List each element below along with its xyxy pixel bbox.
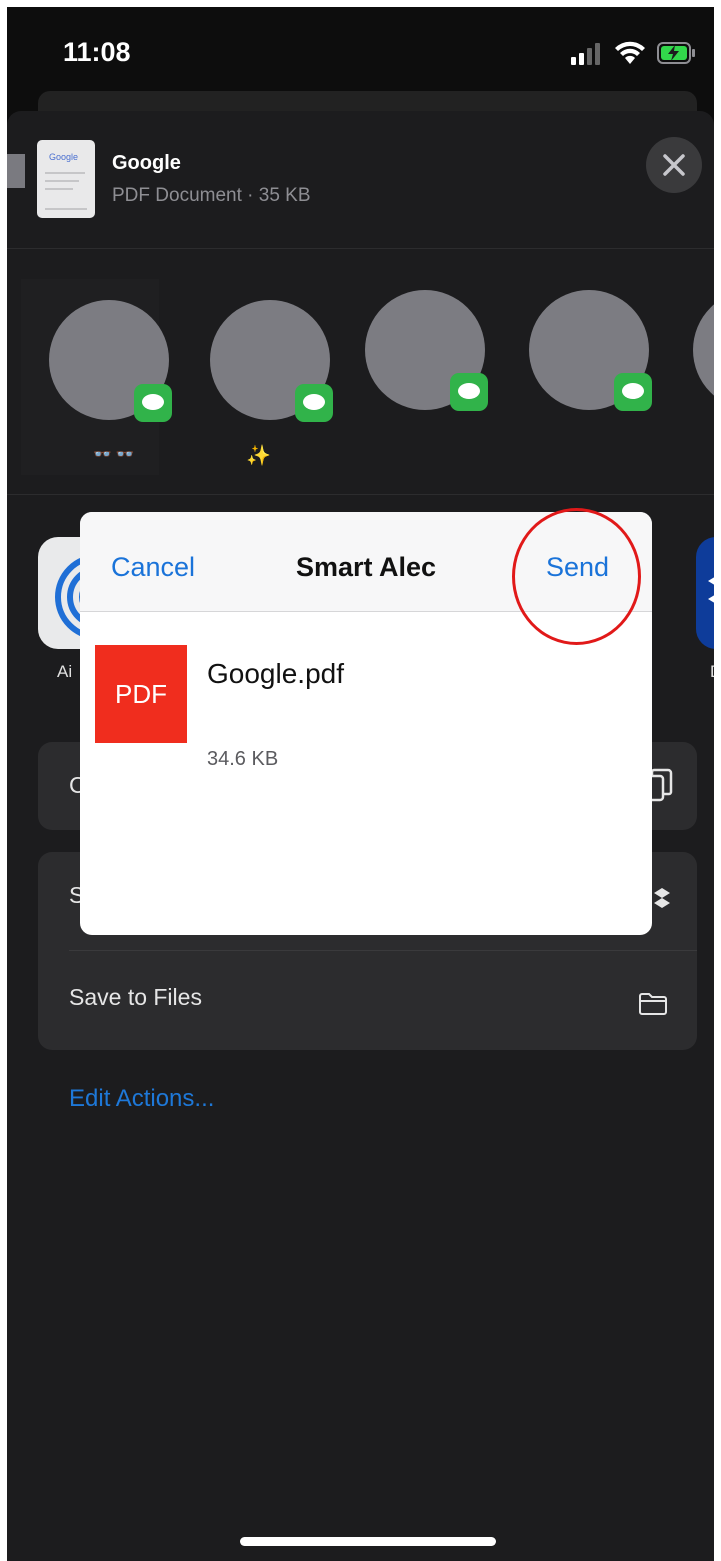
edge-indicator [7, 154, 25, 188]
file-name: Google.pdf [207, 658, 344, 689]
thumbnail-line [45, 172, 85, 174]
file-size: 34.6 KB [207, 748, 279, 770]
messages-app-icon [450, 373, 488, 411]
close-icon [663, 154, 685, 176]
thumbnail-line [45, 208, 87, 210]
thumbnail-line [45, 188, 73, 190]
status-time: 11:08 [63, 37, 131, 67]
status-bar: 11:08 [7, 7, 714, 87]
pdf-icon-text: PDF [115, 679, 167, 709]
document-title: Google [112, 152, 181, 174]
thumbnail-line [45, 180, 79, 182]
thumbnail-text: Google [49, 152, 79, 162]
divider [7, 248, 714, 249]
contact-label-1: 👓 👓 [93, 446, 135, 463]
battery-charging-icon [657, 42, 695, 64]
edit-actions-link[interactable]: Edit Actions... [69, 1085, 214, 1113]
app-label-right: D [710, 662, 714, 682]
app-label-left: Ai [57, 662, 73, 681]
divider [7, 494, 714, 495]
messages-app-icon [295, 384, 333, 422]
document-thumbnail: Google [37, 140, 95, 218]
wifi-icon [615, 41, 645, 64]
close-button[interactable] [646, 137, 702, 193]
folder-icon [639, 993, 667, 1015]
cancel-button[interactable]: Cancel [111, 552, 195, 583]
document-subtitle: PDF Document · 35 KB [112, 185, 311, 206]
cellular-signal-icon [571, 43, 600, 65]
dropbox-icon [708, 577, 714, 603]
home-indicator [240, 1537, 496, 1546]
row-divider [69, 950, 697, 951]
messages-app-icon [134, 384, 172, 422]
dropbox-icon [654, 888, 670, 908]
contact-label-2: ✨ [246, 445, 271, 467]
save-to-files-label[interactable]: Save to Files [69, 984, 202, 1011]
pdf-file-icon: PDF [95, 645, 187, 743]
annotation-circle [512, 508, 641, 645]
dropbox-app-icon[interactable] [696, 537, 714, 649]
messages-app-icon [614, 373, 652, 411]
